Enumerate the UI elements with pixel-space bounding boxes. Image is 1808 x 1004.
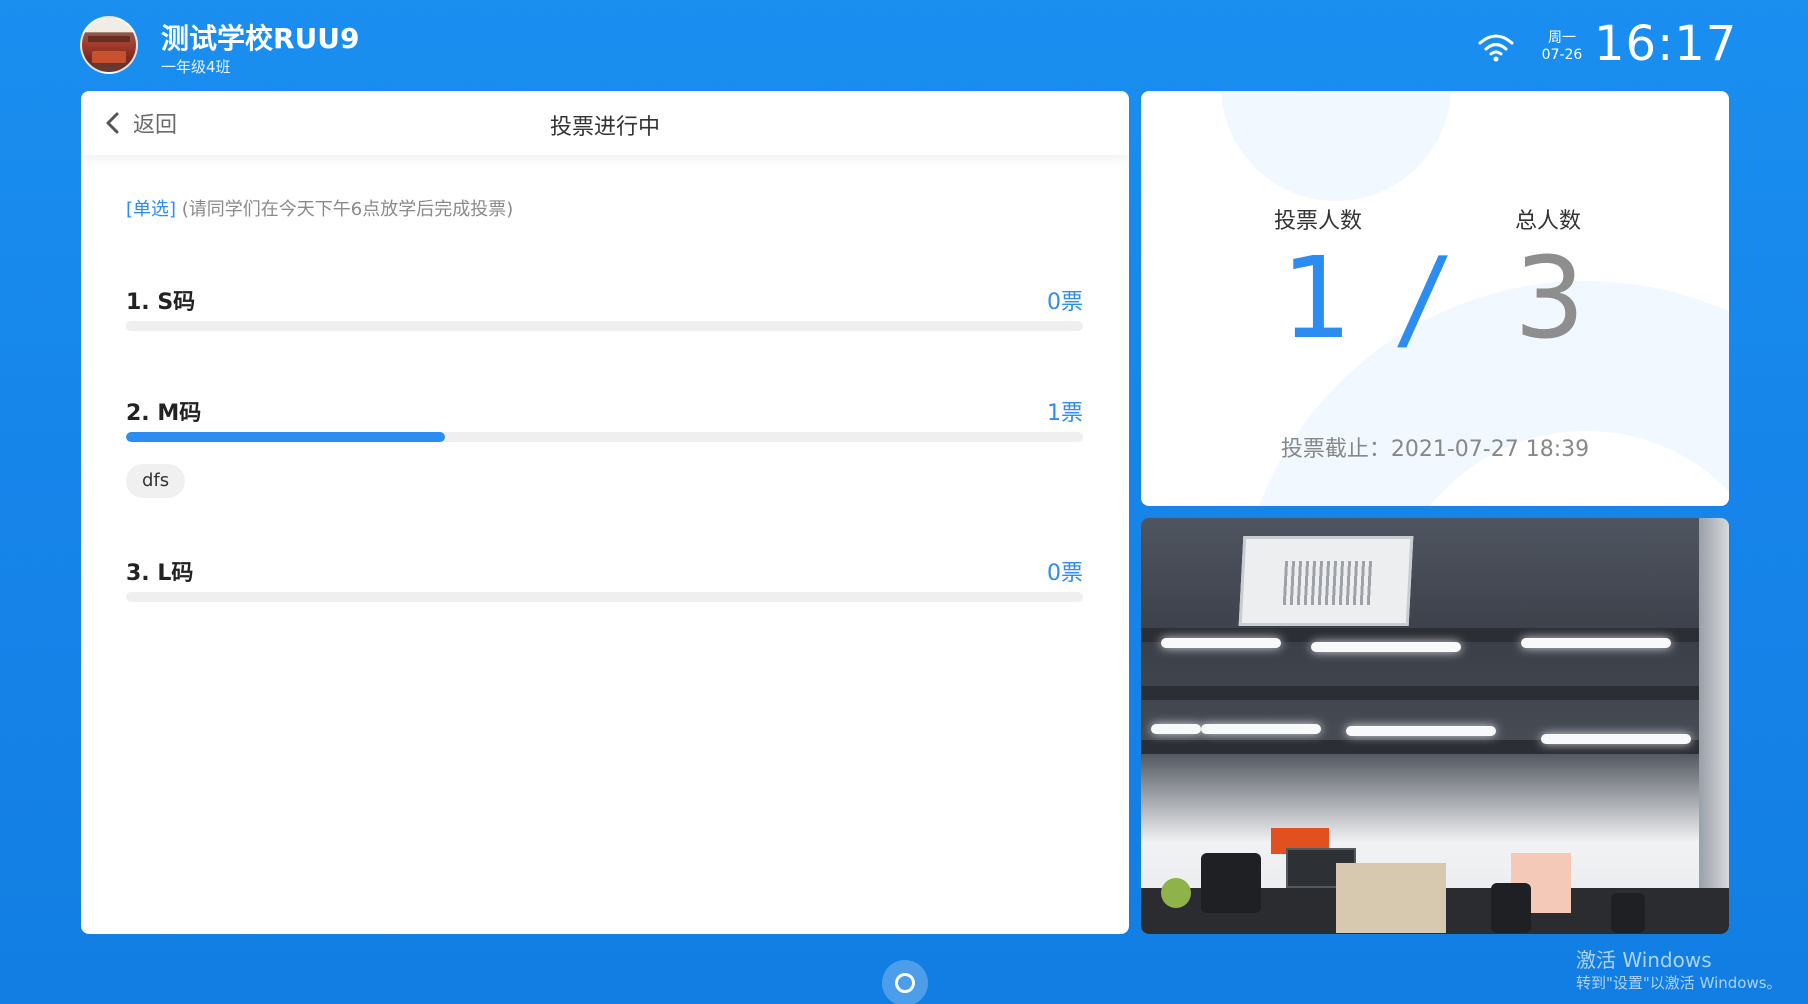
voter-chip: dfs	[126, 464, 186, 498]
clock: 16:17	[1594, 16, 1738, 72]
poll-top-bar: 返回 投票进行中	[81, 91, 1129, 155]
camera-preview	[1141, 518, 1729, 934]
vote-stats-card: 投票人数 总人数 1 / 3 投票截止：2021-07-27 18:39	[1141, 91, 1729, 506]
poll-option: 3. L码 0票	[126, 555, 1083, 605]
school-avatar	[80, 16, 138, 74]
total-count: 3	[1514, 234, 1586, 364]
home-button[interactable]	[882, 960, 928, 1004]
option-votes: 0票	[1047, 561, 1083, 586]
date-display: 周一 07-26	[1540, 30, 1584, 64]
option-progress-track	[126, 592, 1083, 602]
date: 07-26	[1541, 47, 1583, 63]
option-progress-track	[126, 432, 1083, 442]
option-label: 3. L码	[126, 561, 194, 586]
option-label: 1. S码	[126, 290, 196, 315]
poll-type-tag: [单选]	[126, 199, 177, 220]
option-progress-fill	[126, 432, 445, 442]
total-count-label: 总人数	[1515, 209, 1582, 234]
poll-option: 1. S码 0票	[126, 284, 1083, 334]
windows-watermark-hint: 转到"设置"以激活 Windows。	[1576, 974, 1782, 992]
option-label: 2. M码	[126, 401, 202, 426]
weekday: 周一	[1548, 30, 1576, 46]
option-progress-track	[126, 321, 1083, 331]
poll-notice: [单选] (请同学们在今天下午6点放学后完成投票)	[126, 195, 513, 221]
voted-count: 1	[1281, 234, 1353, 364]
poll-note: (请同学们在今天下午6点放学后完成投票)	[181, 199, 514, 220]
school-name: 测试学校RUU9	[161, 22, 360, 55]
windows-watermark-title: 激活 Windows	[1576, 948, 1712, 972]
option-votes: 0票	[1047, 290, 1083, 315]
poll-panel: 返回 投票进行中 [单选] (请同学们在今天下午6点放学后完成投票) 1. S码…	[81, 91, 1129, 934]
circle-icon	[895, 973, 915, 993]
page-title: 投票进行中	[549, 115, 660, 140]
wifi-icon	[1478, 34, 1514, 62]
class-name: 一年级4班	[161, 58, 231, 76]
poll-option: 2. M码 1票 dfs	[126, 395, 1083, 505]
option-votes: 1票	[1047, 401, 1083, 426]
voted-count-label: 投票人数	[1274, 209, 1363, 234]
vote-deadline: 投票截止：2021-07-27 18:39	[1280, 437, 1590, 462]
